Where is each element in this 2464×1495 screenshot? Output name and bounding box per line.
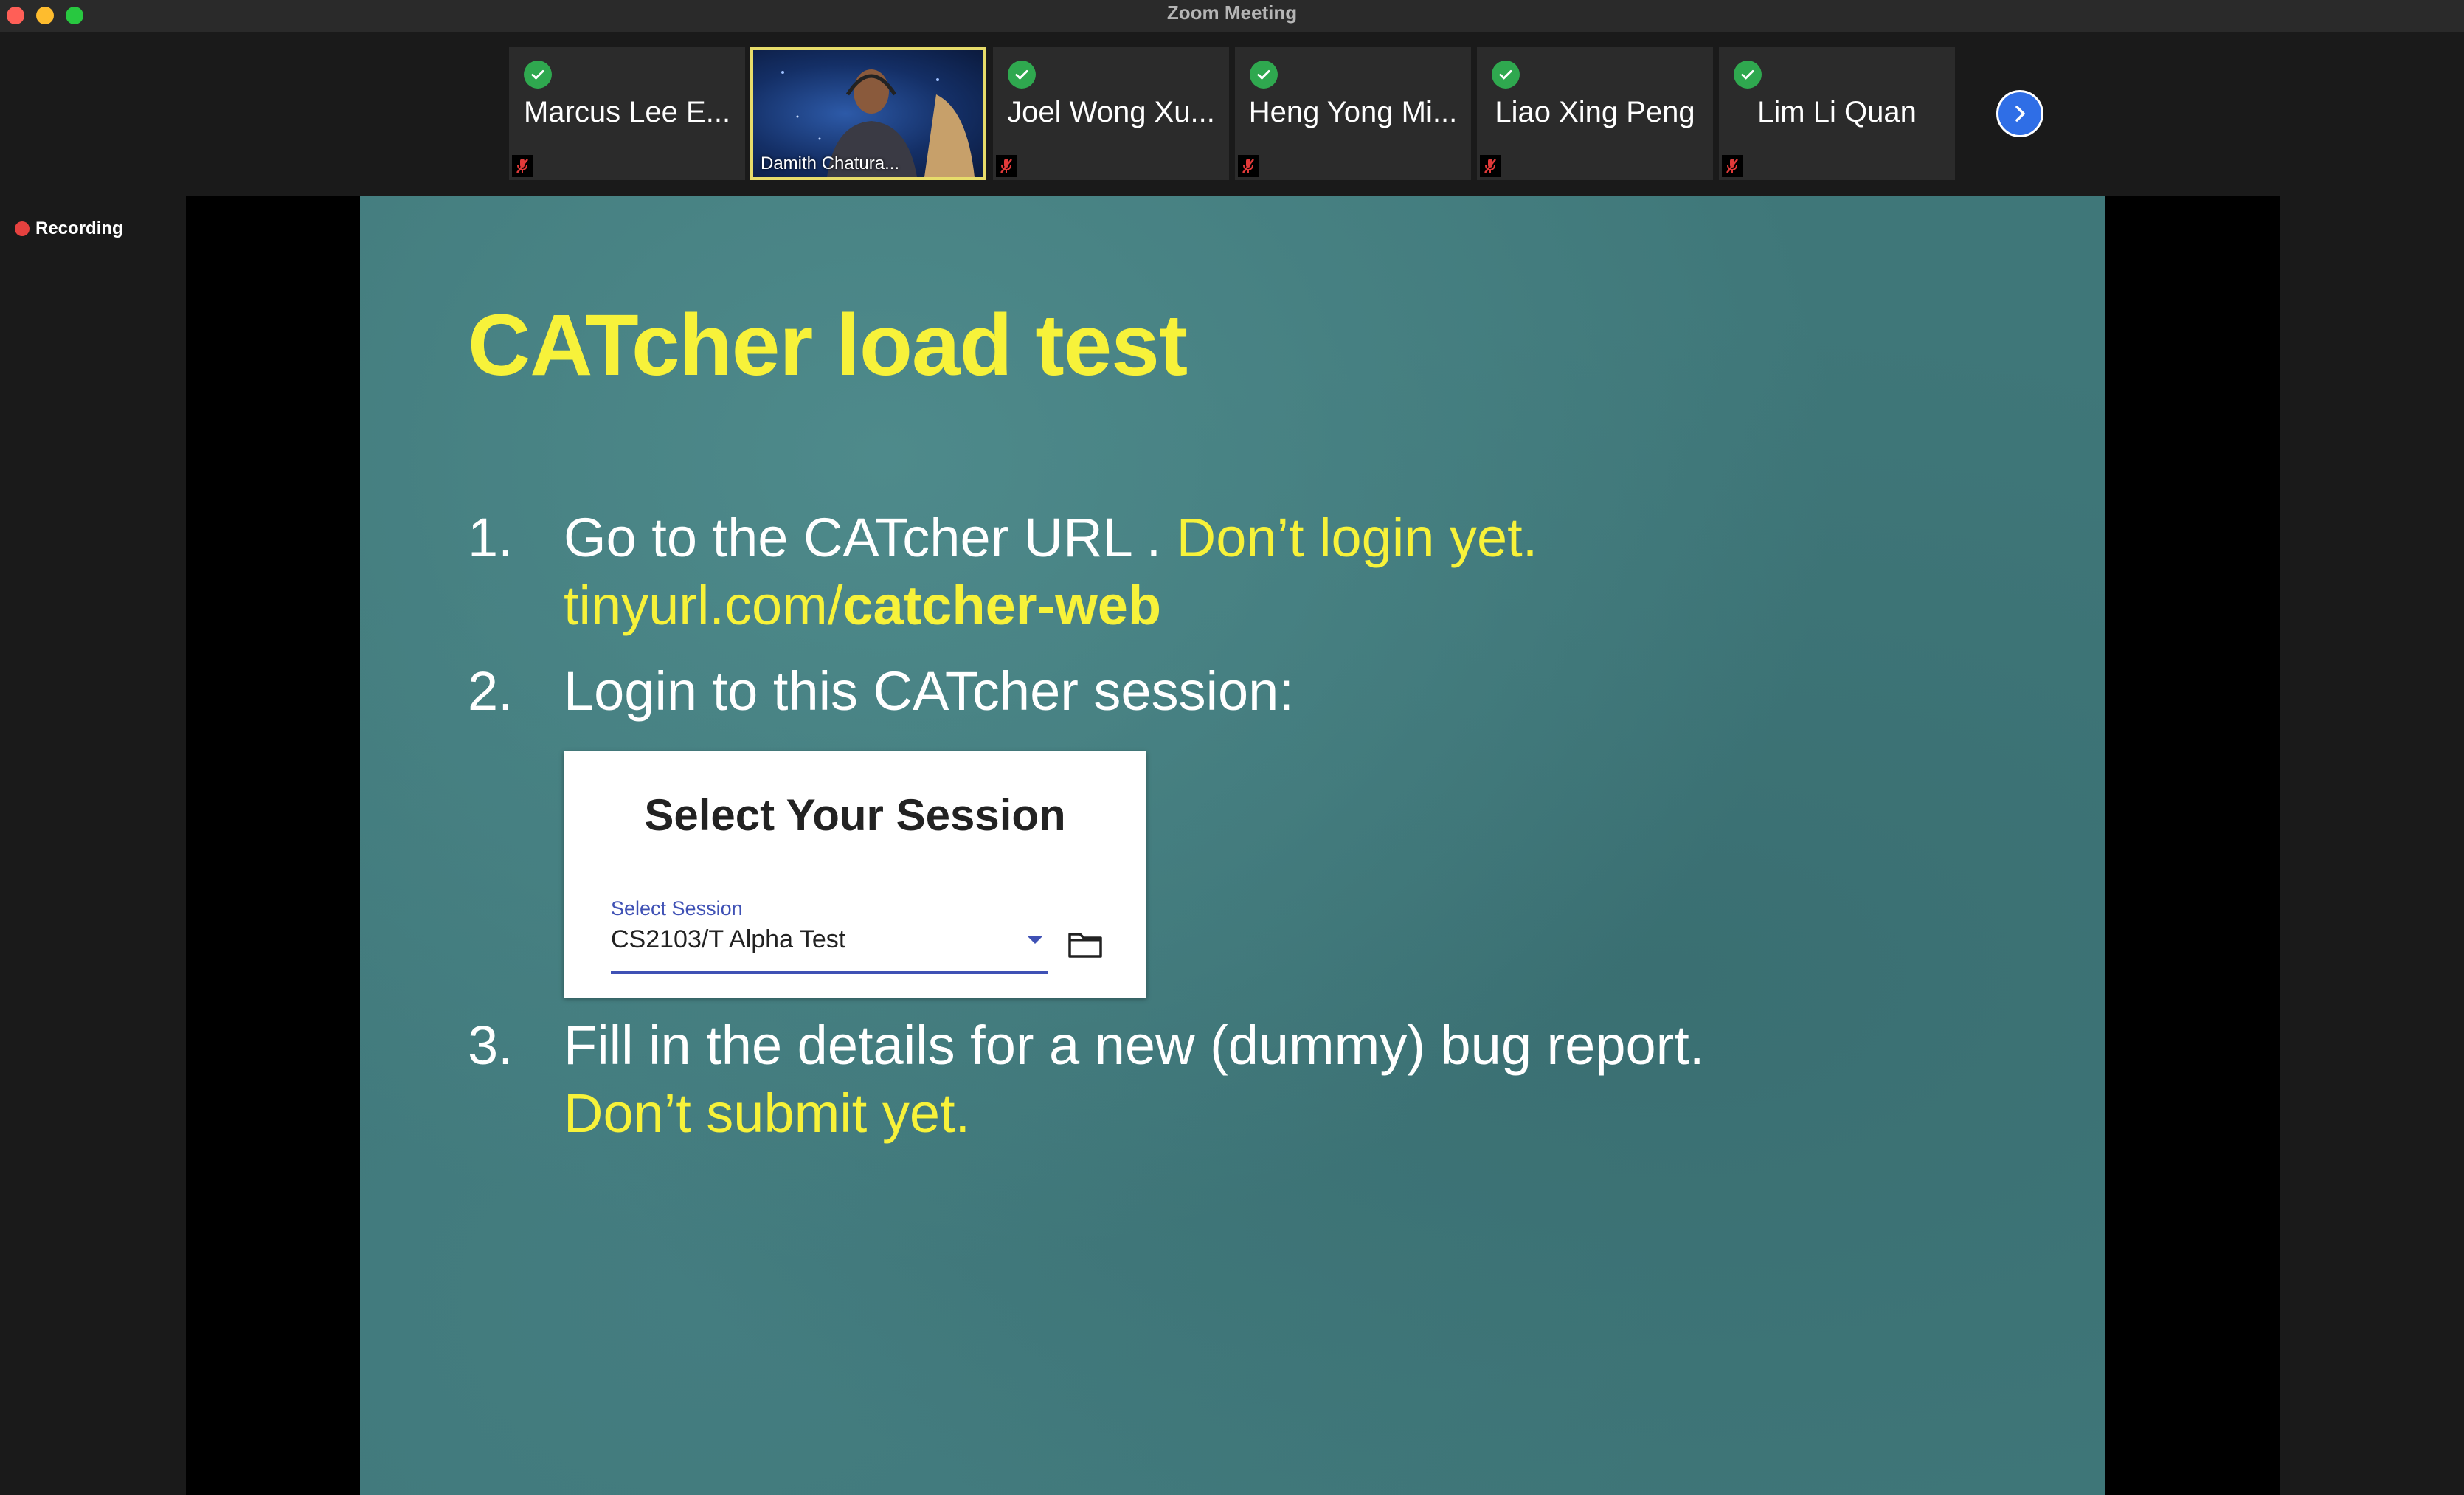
verified-check-icon: [1492, 61, 1520, 89]
list-number: 2.: [468, 660, 513, 722]
shared-screen: CATcher load test 1. Go to the CATcher U…: [186, 196, 2280, 1495]
participant-name: Heng Yong Mi...: [1248, 96, 1458, 128]
participant-tile[interactable]: Lim Li Quan: [1719, 47, 1955, 180]
session-field-underline: [611, 971, 1048, 974]
list-highlight: Don’t login yet.: [1176, 507, 1538, 568]
window-title: Zoom Meeting: [1166, 1, 1298, 24]
list-text: Login to this CATcher session:: [564, 660, 1294, 722]
session-card: Select Your Session Select Session CS210…: [564, 751, 1146, 998]
verified-check-icon: [1250, 61, 1278, 89]
participant-tile[interactable]: Heng Yong Mi...: [1235, 47, 1471, 180]
participant-video-tile[interactable]: Damith Chatura...: [750, 47, 986, 180]
link-bold: catcher-web: [842, 575, 1162, 636]
recording-dot-icon: [15, 221, 30, 236]
session-card-title: Select Your Session: [644, 790, 1066, 840]
session-field-label: Select Session: [611, 897, 743, 919]
participant-name: Damith Chatura...: [761, 153, 900, 173]
participant-tile[interactable]: Joel Wong Xu...: [993, 47, 1229, 180]
muted-mic-icon: [512, 155, 533, 177]
chevron-right-icon: [2015, 106, 2025, 122]
muted-mic-icon: [1238, 155, 1259, 177]
list-text: Go to the CATcher URL .: [564, 507, 1177, 568]
verified-check-icon: [524, 61, 552, 89]
session-select[interactable]: CS2103/T Alpha Test: [611, 925, 845, 954]
list-text: Fill in the details for a new (dummy) bu…: [564, 1015, 1705, 1076]
participant-strip: Marcus Lee E... Damith Chatura... Joel W…: [0, 47, 2464, 184]
recording-indicator[interactable]: Recording: [15, 218, 123, 239]
list-highlight: Don’t submit yet.: [564, 1083, 971, 1144]
list-number: 3.: [468, 1015, 513, 1076]
participant-name: Joel Wong Xu...: [1007, 96, 1215, 128]
muted-mic-icon: [996, 155, 1017, 177]
participant-name: Liao Xing Peng: [1495, 96, 1695, 128]
recording-label: Recording: [35, 218, 123, 238]
participant-name: Lim Li Quan: [1757, 96, 1917, 128]
window-titlebar: Zoom Meeting: [0, 0, 2464, 32]
verified-check-icon: [1008, 61, 1036, 89]
verified-check-icon: [1734, 61, 1762, 89]
dropdown-arrow-icon[interactable]: [1027, 936, 1043, 944]
folder-icon[interactable]: [1067, 928, 1104, 961]
slide-title: CATcher load test: [468, 297, 1188, 394]
muted-mic-icon: [1480, 155, 1501, 177]
list-number: 1.: [468, 507, 513, 568]
next-participants-button[interactable]: [1996, 90, 2043, 137]
participant-name: Marcus Lee E...: [523, 96, 731, 128]
participant-tile[interactable]: Marcus Lee E...: [509, 47, 745, 180]
participant-tile[interactable]: Liao Xing Peng: [1477, 47, 1713, 180]
link-prefix: tinyurl.com/: [564, 575, 843, 636]
muted-mic-icon: [1722, 155, 1743, 177]
presentation-slide: CATcher load test 1. Go to the CATcher U…: [360, 196, 2105, 1495]
